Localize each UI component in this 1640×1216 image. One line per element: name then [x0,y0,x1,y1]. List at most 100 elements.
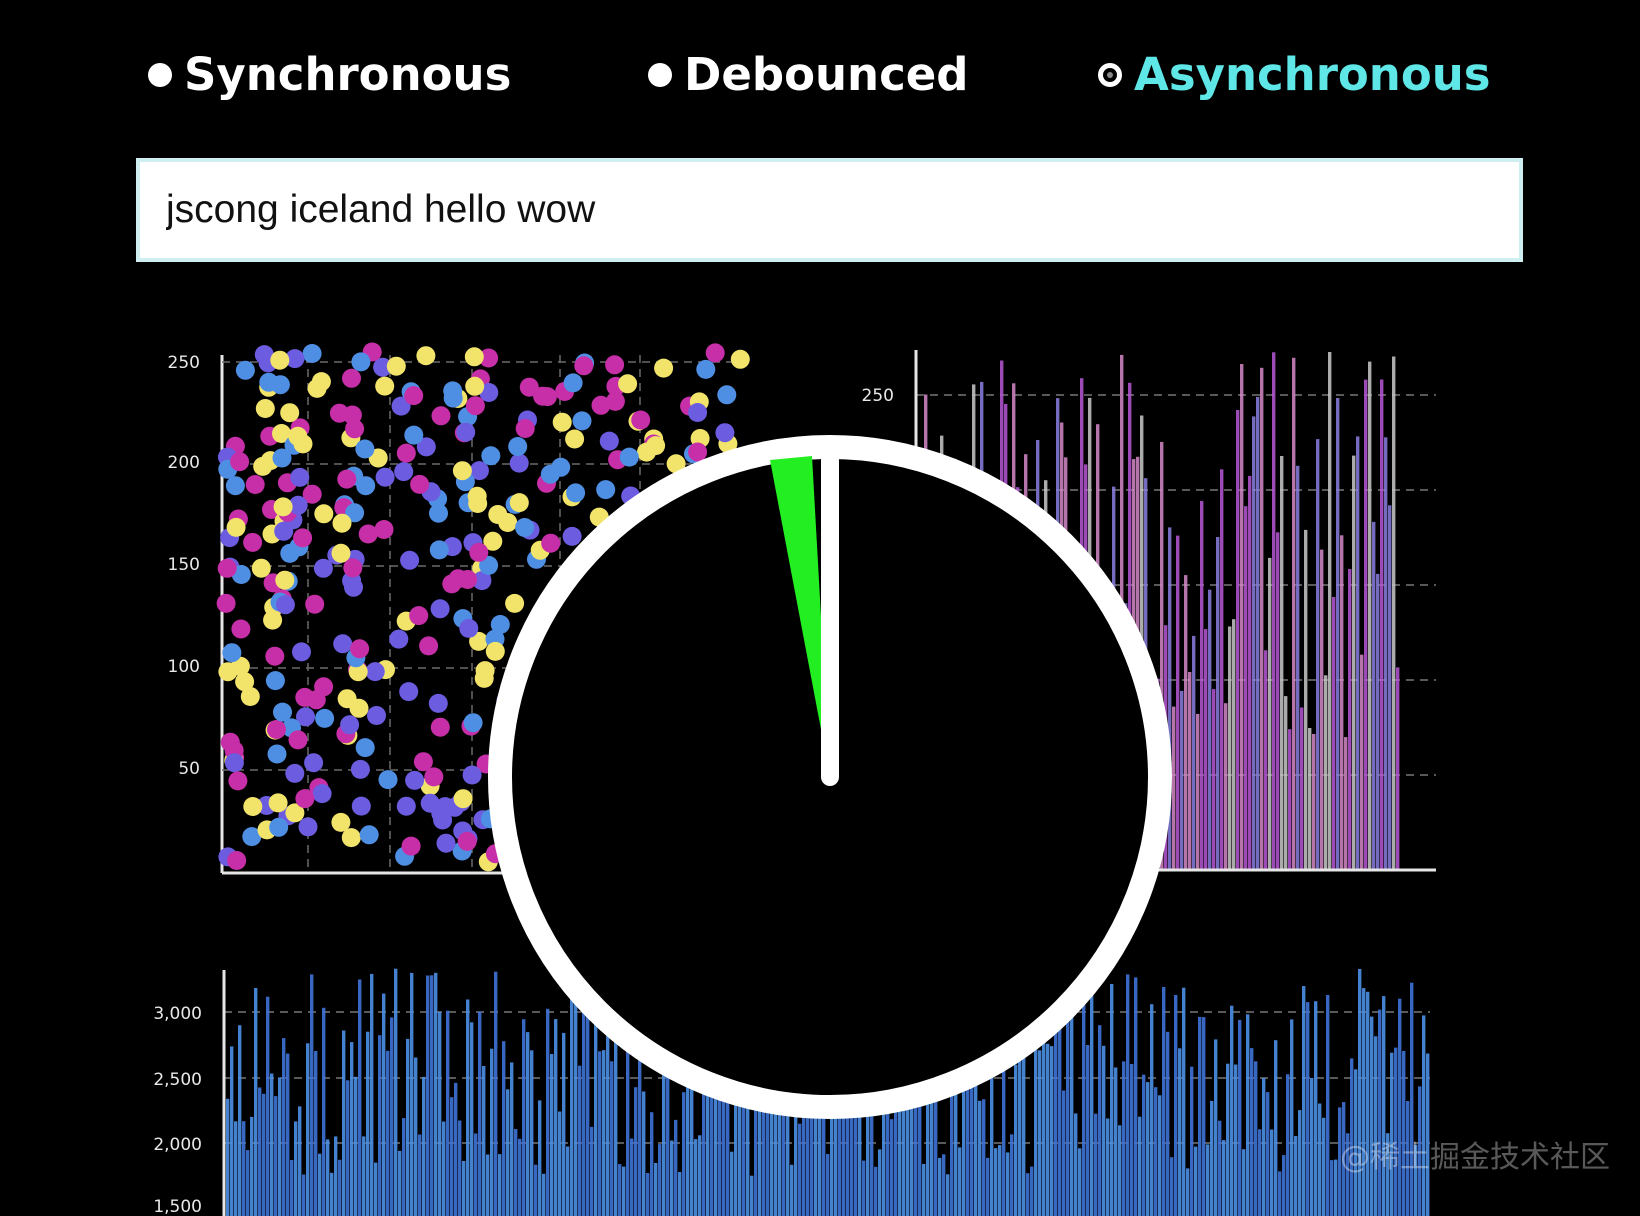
bottom-bar-mark [1178,1048,1182,1216]
scatter-point [222,643,242,663]
scatter-point [396,796,416,816]
scatter-point [333,634,353,654]
bottom-bar-mark [462,1161,466,1216]
bar-mark [1288,729,1292,870]
bar-mark [1188,672,1192,870]
bottom-bar-mark [878,1149,882,1216]
bottom-bar-mark [990,1063,994,1216]
scatter-point [456,422,476,442]
scatter-point [216,593,236,613]
bottom-bar-mark [1242,1149,1246,1216]
bottom-bar-mark [1366,991,1370,1216]
scatter-point [243,532,263,552]
scatter-point [374,520,394,539]
bottom-bar-mark [1134,977,1138,1216]
bottom-bar-mark [946,1174,950,1216]
scatter-point [295,789,315,809]
scatter-point [342,368,361,388]
scatter-point [572,411,592,431]
scatter-point [359,825,379,845]
bottom-bar-mark [1310,1078,1314,1216]
bottom-bar-mark [1258,1129,1262,1216]
bottom-bar-mark [402,1118,406,1216]
bottom-bar-mark [730,1151,734,1216]
scatter-point [253,456,273,476]
scatter-point [343,558,363,578]
scatter-point [337,469,357,489]
scatter-point [267,744,287,764]
scatter-point [305,594,325,614]
bar-mark [1272,352,1276,870]
bottom-bar-mark [458,1120,462,1216]
scatter-point [275,570,295,590]
scatter-point [350,639,370,659]
bottom-bar-mark [386,1050,390,1216]
scatter-point [515,419,535,438]
bottom-bar-mark [1098,1025,1102,1216]
bottom-bar-mark [234,1121,238,1216]
bar-mark [1280,456,1284,870]
scatter-point [705,343,725,363]
bottom-bar-mark [1010,1134,1014,1216]
scatter-point [332,513,352,533]
bar-mark [1240,364,1244,870]
bottom-bar-mark [330,1172,334,1216]
scatter-point [269,817,289,837]
bottom-bar-mark [498,1154,502,1216]
scatter-point [409,606,429,626]
bottom-bar-mark [602,1050,606,1216]
bottom-bar-mark [1146,1082,1150,1216]
bottom-bar-mark [1286,1074,1290,1216]
bottom-bar-mark [502,1041,506,1216]
bar-mark [1304,529,1308,870]
bottom-bar-mark [1190,1066,1194,1216]
bar-mark [1260,367,1264,870]
bottom-bar-mark [470,1022,474,1216]
scatter-point [410,474,430,494]
bottom-bar-mark [262,1093,266,1216]
scatter-point [314,677,334,697]
scatter-point [375,467,395,487]
scatter-y-tick: 100 [168,657,200,677]
bottom-bar-mark [1330,1160,1334,1216]
bottom-bar-mark [1422,1015,1426,1216]
scatter-point [715,423,735,443]
bottom-bar-mark [1410,982,1414,1216]
bottom-bar-mark [1194,1146,1198,1216]
bar-mark [1276,532,1280,870]
bottom-bar-mark [334,1136,338,1216]
bottom-bar-mark [418,1134,422,1216]
scatter-point [367,706,386,725]
bottom-bar-mark [422,1076,426,1216]
bar-mark [1284,696,1288,870]
bottom-bar-mark [650,1112,654,1216]
bottom-bar-mark [1142,1074,1146,1216]
scatter-point [428,693,448,713]
bottom-bar-mark [1274,1040,1278,1216]
scatter-point [457,831,477,851]
bottom-bar-mark [1218,1120,1222,1216]
scatter-point [351,796,371,816]
scatter-point [452,461,472,481]
bottom-bar-mark [542,1173,546,1216]
scatter-point [404,386,424,406]
bottom-bar-mark [414,1057,418,1216]
scatter-point [508,437,528,456]
bottom-bar-mark [534,1164,538,1216]
bottom-bar-mark [374,1162,378,1216]
bottom-bar-mark [1166,1031,1170,1216]
bottom-bar-mark [1034,1048,1038,1216]
bottom-bar-mark [354,1076,358,1216]
bottom-bar-mark [306,1043,310,1216]
bottom-bar-mark [594,1011,598,1216]
bottom-bar-mark [890,1119,894,1216]
scatter-point [365,662,385,682]
bar-mark [1180,690,1184,870]
bottom-bar-mark [558,1111,562,1216]
scatter-point [465,376,485,396]
bottom-bar-mark [1150,1004,1154,1216]
scatter-point [292,642,311,662]
scatter-point [599,431,619,451]
bottom-bar-mark [1254,1061,1258,1216]
bottom-bar-mark [1018,1041,1022,1216]
